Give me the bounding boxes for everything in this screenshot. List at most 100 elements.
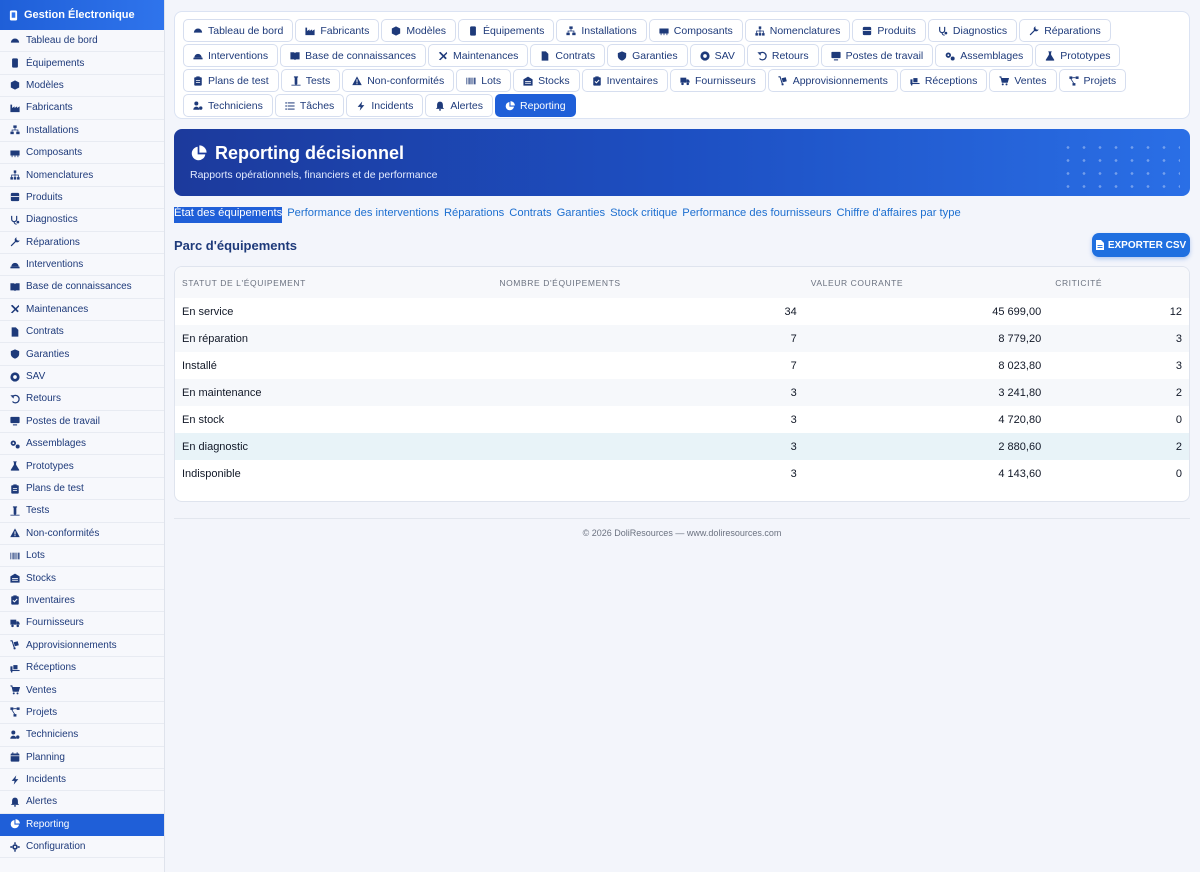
tab-alertes[interactable]: Alertes [425,94,494,117]
sidebar-item-projets[interactable]: Projets [0,702,164,725]
sidebar-item-receptions[interactable]: Réceptions [0,657,164,680]
tab-modeles[interactable]: Modèles [381,19,457,42]
sidebar-item-ventes[interactable]: Ventes [0,679,164,702]
tab-taches[interactable]: Tâches [274,94,345,117]
sidebar-item-base-de-connaissances[interactable]: Base de connaissances [0,276,164,299]
box-icon [863,26,872,35]
report-link-contrats[interactable]: Contrats [509,207,551,223]
report-link-performance-des-interventions[interactable]: Performance des interventions [287,207,439,223]
sidebar-item-lots[interactable]: Lots [0,545,164,568]
report-link-garanties[interactable]: Garanties [557,207,606,223]
tab-interventions[interactable]: Interventions [183,44,279,67]
sidebar-item-fabricants[interactable]: Fabricants [0,97,164,120]
sidebar-item-approvisionnements[interactable]: Approvisionnements [0,635,164,657]
tab-inventaires[interactable]: Inventaires [581,69,668,92]
table-row[interactable]: En diagnostic 3 2 880,60 2 [175,433,1189,460]
table-row[interactable]: En service 34 45 699,00 12 [175,298,1189,325]
sidebar-item-label: Composants [26,147,83,159]
tab-stocks[interactable]: Stocks [513,69,580,92]
sidebar-item-postes-de-travail[interactable]: Postes de travail [0,411,164,434]
col-value-header[interactable]: VALEUR COURANTE [804,267,1048,298]
gear-icon [9,842,20,852]
report-link-stock-critique[interactable]: Stock critique [610,207,677,223]
report-link-reparations[interactable]: Réparations [444,207,504,223]
sidebar-item-non-conformites[interactable]: Non-conformités [0,523,164,545]
sidebar-item-configuration[interactable]: Configuration [0,836,164,859]
report-link-etat-des-equipements[interactable]: État des équipements [174,207,283,223]
sidebar-item-tests[interactable]: Tests [0,500,164,523]
tab-lots[interactable]: Lots [456,69,512,92]
sidebar-item-equipements[interactable]: Équipements [0,52,164,75]
tab-garanties[interactable]: Garanties [607,44,688,67]
tab-installations[interactable]: Installations [556,19,647,42]
tab-diagnostics[interactable]: Diagnostics [927,19,1018,42]
col-criticality-header[interactable]: CRITICITÉ [1048,267,1189,298]
tab-tableau-de-bord[interactable]: Tableau de bord [183,19,294,42]
sidebar-item-stocks[interactable]: Stocks [0,567,164,590]
tab-equipements[interactable]: Équipements [458,19,555,42]
tab-fabricants[interactable]: Fabricants [295,19,380,42]
report-link-performance-des-fournisseurs[interactable]: Performance des fournisseurs [682,207,831,223]
cell-value: 3 241,80 [998,386,1042,399]
sidebar-item-planning[interactable]: Planning [0,747,164,769]
tab-composants[interactable]: Composants [648,19,743,42]
sidebar-item-sav[interactable]: SAV [0,366,164,389]
sidebar-item-installations[interactable]: Installations [0,120,164,142]
sidebar-item-alertes[interactable]: Alertes [0,791,164,814]
tab-prototypes[interactable]: Prototypes [1035,44,1121,67]
sidebar-item-modeles[interactable]: Modèles [0,75,164,98]
tab-receptions[interactable]: Réceptions [899,69,988,92]
tab-base-de-connaissances[interactable]: Base de connaissances [280,44,427,67]
tab-postes-de-travail[interactable]: Postes de travail [820,44,934,67]
table-row[interactable]: En réparation 7 8 779,20 3 [175,325,1189,352]
sidebar-item-fournisseurs[interactable]: Fournisseurs [0,612,164,635]
export-csv-button[interactable]: EXPORTER CSV [1092,233,1190,257]
tab-produits[interactable]: Produits [852,19,926,42]
table-row[interactable]: En stock 3 4 720,80 0 [175,406,1189,433]
tab-fournisseurs[interactable]: Fournisseurs [670,69,766,92]
sidebar-item-assemblages[interactable]: Assemblages [0,433,164,456]
tab-projets[interactable]: Projets [1058,69,1127,92]
report-link-chiffre-d-affaires-par-type[interactable]: Chiffre d'affaires par type [836,207,960,223]
sidebar-item-contrats[interactable]: Contrats [0,321,164,344]
tools-icon [9,304,20,315]
sidebar-item-garanties[interactable]: Garanties [0,343,164,366]
tab-tests[interactable]: Tests [280,69,341,92]
tab-non-conformites[interactable]: Non-conformités [342,69,455,92]
sidebar-item-diagnostics[interactable]: Diagnostics [0,209,164,232]
col-count-header[interactable]: NOMBRE D'ÉQUIPEMENTS [492,267,803,298]
sidebar-item-composants[interactable]: Composants [0,142,164,165]
sidebar-item-prototypes[interactable]: Prototypes [0,455,164,478]
sidebar-item-retours[interactable]: Retours [0,388,164,411]
sidebar-item-maintenances[interactable]: Maintenances [0,299,164,322]
tab-plans-de-test[interactable]: Plans de test [183,69,279,92]
sidebar-item-plans-de-test[interactable]: Plans de test [0,478,164,501]
sidebar-item-nomenclatures[interactable]: Nomenclatures [0,164,164,187]
tab-reparations[interactable]: Réparations [1019,19,1111,42]
tab-ventes[interactable]: Ventes [989,69,1057,92]
tab-techniciens[interactable]: Techniciens [183,94,273,117]
tab-retours[interactable]: Retours [746,44,819,67]
sidebar-item-interventions[interactable]: Interventions [0,254,164,277]
table-row[interactable]: En maintenance 3 3 241,80 2 [175,379,1189,406]
tab-approvisionnements[interactable]: Approvisionnements [767,69,898,92]
tab-nomenclatures[interactable]: Nomenclatures [744,19,851,42]
tab-maintenances[interactable]: Maintenances [428,44,529,67]
tab-sav[interactable]: SAV [689,44,745,67]
sidebar-item-tableau-de-bord[interactable]: Tableau de bord [0,30,164,53]
tab-assemblages[interactable]: Assemblages [935,44,1034,67]
cube-icon [10,80,19,91]
table-row[interactable]: Indisponible 3 4 143,60 0 [175,460,1189,487]
tab-reporting[interactable]: Reporting [495,94,576,117]
sidebar-item-inventaires[interactable]: Inventaires [0,590,164,613]
tab-incidents[interactable]: Incidents [346,94,424,117]
sidebar-item-incidents[interactable]: Incidents [0,769,164,792]
app-header[interactable]: Gestion Électronique [0,0,164,30]
sidebar-item-produits[interactable]: Produits [0,187,164,210]
sidebar-item-reparations[interactable]: Réparations [0,232,164,254]
tab-contrats[interactable]: Contrats [530,44,606,67]
table-row[interactable]: Installé 7 8 023,80 3 [175,352,1189,379]
sidebar-item-reporting[interactable]: Reporting [0,813,164,837]
col-status-header[interactable]: STATUT DE L'ÉQUIPEMENT [175,267,492,298]
sidebar-item-techniciens[interactable]: Techniciens [0,724,164,747]
